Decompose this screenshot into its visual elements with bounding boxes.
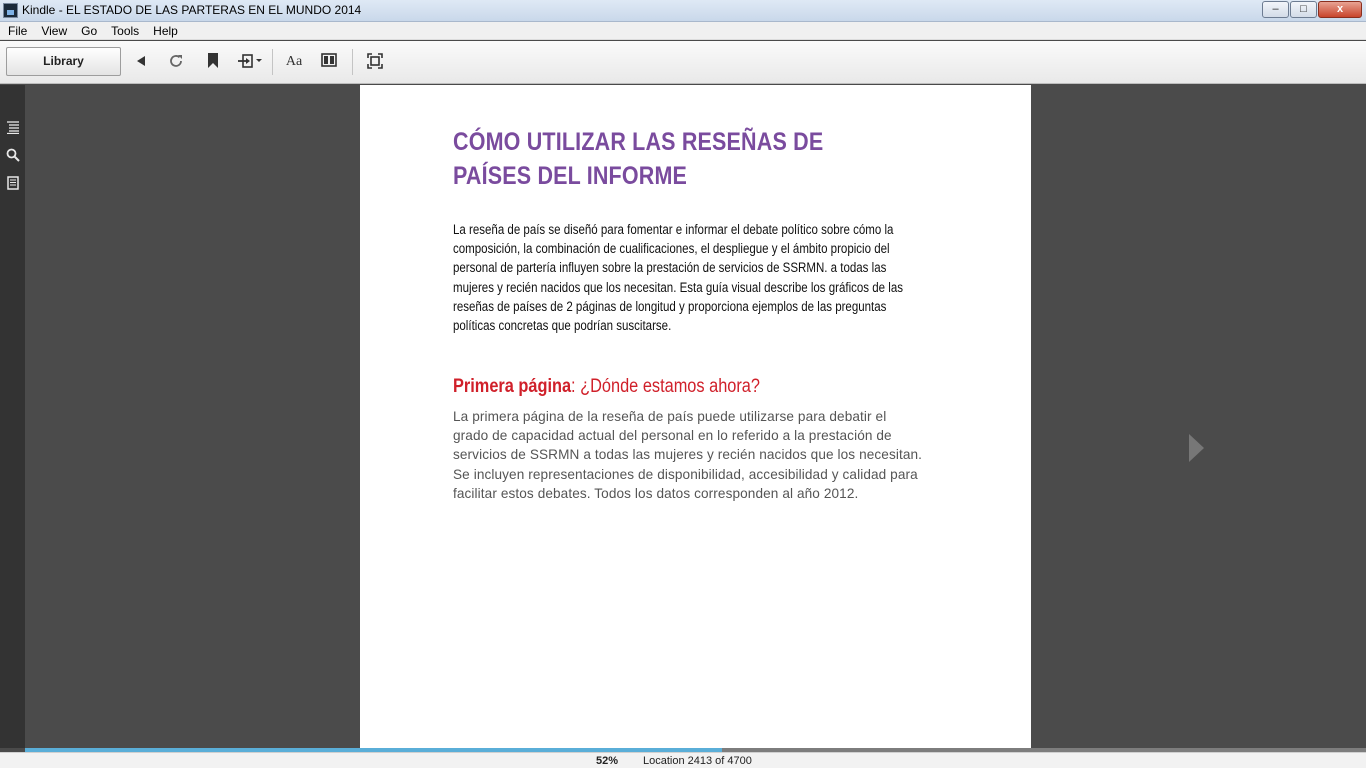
menu-go[interactable]: Go <box>81 24 97 38</box>
left-navigation-rail <box>0 85 25 748</box>
status-bar: 52% Location 2413 of 4700 <box>0 752 1366 768</box>
toolbar: Library Aa <box>0 41 1366 84</box>
maximize-button[interactable]: □ <box>1290 1 1317 18</box>
fullscreen-icon[interactable] <box>365 53 385 71</box>
progress-percent: 52% <box>596 755 619 767</box>
location-readout: Location 2413 of 4700 <box>643 755 752 767</box>
kindle-app-window: Kindle - EL ESTADO DE LAS PARTERAS EN EL… <box>0 0 1366 768</box>
window-controls: – □ x <box>1262 1 1362 18</box>
section-subheading: Primera página: ¿Dónde estamos ahora? <box>453 374 857 400</box>
next-page-arrow-icon[interactable] <box>1189 434 1204 462</box>
subheading-bold-part: Primera página <box>453 376 572 397</box>
menu-tools[interactable]: Tools <box>111 24 139 38</box>
kindle-app-icon <box>3 3 18 18</box>
notes-icon[interactable] <box>5 176 20 191</box>
library-button[interactable]: Library <box>6 47 121 76</box>
menu-bar: File View Go Tools Help <box>0 22 1366 40</box>
reading-area: CÓMO UTILIZAR LAS RESEÑAS DE PAÍSES DEL … <box>25 85 1366 748</box>
window-title: Kindle - EL ESTADO DE LAS PARTERAS EN EL… <box>22 3 362 17</box>
title-bar: Kindle - EL ESTADO DE LAS PARTERAS EN EL… <box>0 0 1366 22</box>
close-button[interactable]: x <box>1318 1 1362 18</box>
toolbar-separator <box>352 49 353 75</box>
sync-icon[interactable] <box>166 53 186 71</box>
bookmark-icon[interactable] <box>203 53 223 71</box>
goto-icon[interactable] <box>236 53 264 71</box>
menu-file[interactable]: File <box>8 24 27 38</box>
subheading-rest: : ¿Dónde estamos ahora? <box>571 376 760 397</box>
intro-paragraph: La reseña de país se diseñó para fomenta… <box>453 222 904 334</box>
page-heading: CÓMO UTILIZAR LAS RESEÑAS DE PAÍSES DEL … <box>453 128 824 190</box>
book-page[interactable]: CÓMO UTILIZAR LAS RESEÑAS DE PAÍSES DEL … <box>360 85 1031 748</box>
search-icon[interactable] <box>5 148 20 163</box>
menu-help[interactable]: Help <box>153 24 178 38</box>
back-icon[interactable] <box>131 53 151 71</box>
menu-view[interactable]: View <box>41 24 67 38</box>
table-of-contents-icon[interactable] <box>5 120 20 135</box>
columns-icon[interactable] <box>319 53 339 71</box>
toolbar-separator <box>272 49 273 75</box>
minimize-button[interactable]: – <box>1262 1 1289 18</box>
font-settings-icon[interactable]: Aa <box>283 53 305 71</box>
body-paragraph: La primera página de la reseña de país p… <box>453 409 923 501</box>
